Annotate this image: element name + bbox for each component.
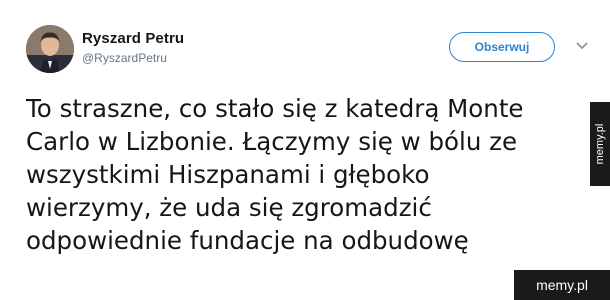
tweet-author: Ryszard Petru @RyszardPetru xyxy=(82,30,184,66)
watermark-corner-label: memy.pl xyxy=(536,277,588,293)
author-name[interactable]: Ryszard Petru xyxy=(82,30,184,48)
avatar-photo-icon xyxy=(26,25,74,73)
chevron-down-icon[interactable] xyxy=(575,39,589,53)
author-handle[interactable]: @RyszardPetru xyxy=(82,50,184,66)
avatar[interactable] xyxy=(26,25,74,73)
watermark-side: memy.pl xyxy=(590,102,610,186)
follow-button[interactable]: Obserwuj xyxy=(449,32,555,62)
watermark-corner: memy.pl xyxy=(514,270,610,300)
tweet-text: To straszne, co stało się z katedrą Mont… xyxy=(26,94,524,255)
watermark-side-label: memy.pl xyxy=(594,123,606,165)
tweet-header: Ryszard Petru @RyszardPetru Obserwuj xyxy=(26,25,596,75)
